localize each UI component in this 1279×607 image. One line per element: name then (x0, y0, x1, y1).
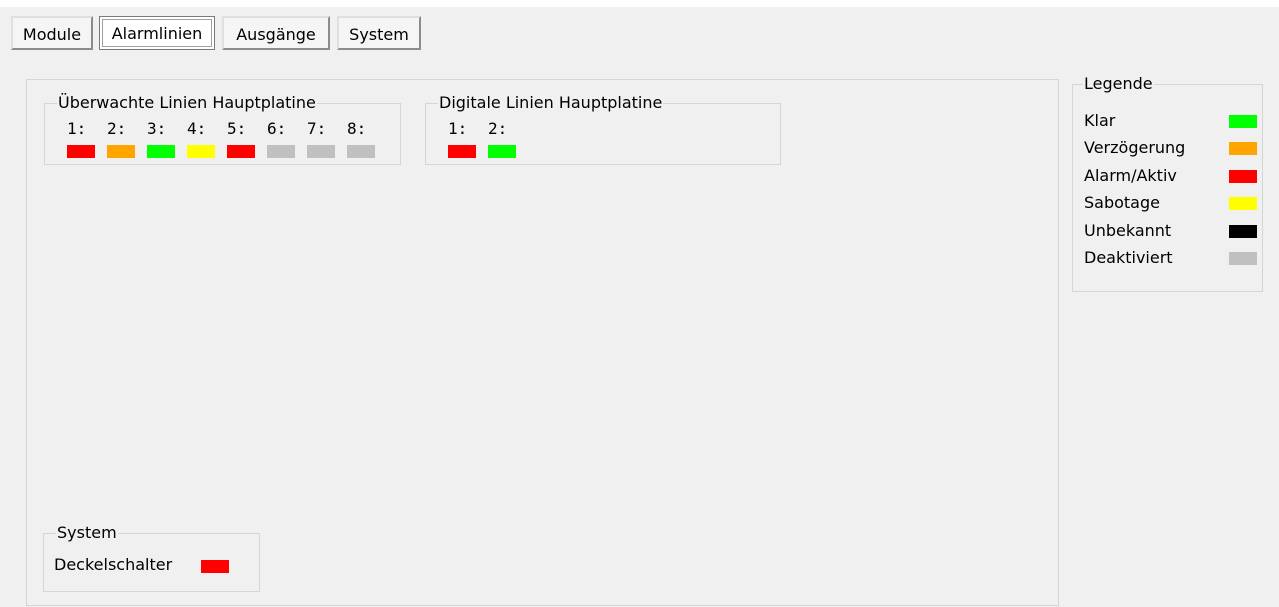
digital-line-item-label: 1: (448, 119, 468, 138)
monitored-line-item-label: 4: (187, 119, 207, 138)
monitored-lines-group: Überwachte Linien Hauptplatine 1: 2: 3: 4: 5… (44, 93, 401, 165)
monitored-lines-title: Überwachte Linien Hauptplatine (57, 93, 317, 113)
tab-module[interactable]: Module (11, 16, 93, 50)
legend-item-label: Alarm/Aktiv (1084, 165, 1177, 185)
legend-item-label: Verzögerung (1084, 138, 1186, 158)
legend-item-label: Klar (1084, 111, 1116, 130)
monitored-line-item-label: 2: (107, 119, 127, 138)
digital-line-item-label: 2: (488, 119, 508, 138)
monitored-line-status-indicator (307, 145, 335, 158)
legend-item: Deaktiviert (1084, 247, 1264, 269)
legend-color-swatch (1229, 224, 1257, 238)
monitored-line-status-indicator (227, 145, 255, 158)
legend-group: Legende Klar Verzögerung Alarm/Aktiv Sabota… (1072, 74, 1264, 292)
system-group-title: System (56, 523, 118, 543)
legend-color-swatch (1229, 169, 1257, 183)
monitored-line-item-label: 3: (147, 119, 167, 138)
legend-color-swatch (1229, 197, 1257, 211)
legend-title: Legende (1083, 74, 1154, 94)
tab-alarmlinien[interactable]: Alarmlinien (99, 16, 215, 50)
system-group: System Deckelschalter (43, 523, 260, 592)
legend-color-swatch (1229, 115, 1257, 128)
monitored-line-item-label: 8: (347, 119, 367, 138)
digital-line-status-indicator (488, 145, 516, 158)
monitored-line-item-label: 7: (307, 119, 327, 138)
legend-item: Sabotage (1084, 192, 1264, 214)
alarm-lines-panel: Überwachte Linien Hauptplatine 1: 2: 3: 4: 5… (26, 79, 1059, 606)
legend-item: Unbekannt (1084, 220, 1264, 242)
legend-color-swatch (1229, 252, 1257, 265)
system-item-label: Deckelschalter (54, 555, 173, 574)
tab-system[interactable]: System (337, 16, 421, 50)
system-item-status-indicator (201, 560, 229, 573)
legend-item: Klar (1084, 110, 1264, 132)
monitored-line-status-indicator (187, 145, 215, 158)
legend-item-label: Deaktiviert (1084, 248, 1173, 267)
monitored-line-item-label: 6: (267, 119, 287, 138)
tab-ausgaenge[interactable]: Ausgänge (222, 16, 330, 50)
legend-item-label: Unbekannt (1084, 220, 1172, 240)
digital-lines-title: Digitale Linien Hauptplatine (438, 93, 664, 113)
legend-color-swatch (1229, 142, 1257, 156)
legend-item: Verzögerung (1084, 137, 1264, 159)
monitored-line-status-indicator (107, 145, 135, 158)
digital-line-status-indicator (448, 145, 476, 158)
application-window: Module Alarmlinien Ausgänge System Überw… (0, 7, 1279, 607)
digital-lines-group: Digitale Linien Hauptplatine 1: 2: (425, 93, 781, 165)
legend-item: Alarm/Aktiv (1084, 165, 1264, 187)
monitored-line-status-indicator (67, 145, 95, 158)
monitored-line-item-label: 1: (67, 119, 87, 138)
monitored-line-status-indicator (267, 145, 295, 158)
monitored-line-status-indicator (347, 145, 375, 158)
monitored-line-item-label: 5: (227, 119, 247, 138)
legend-item-label: Sabotage (1084, 193, 1160, 213)
monitored-line-status-indicator (147, 145, 175, 158)
